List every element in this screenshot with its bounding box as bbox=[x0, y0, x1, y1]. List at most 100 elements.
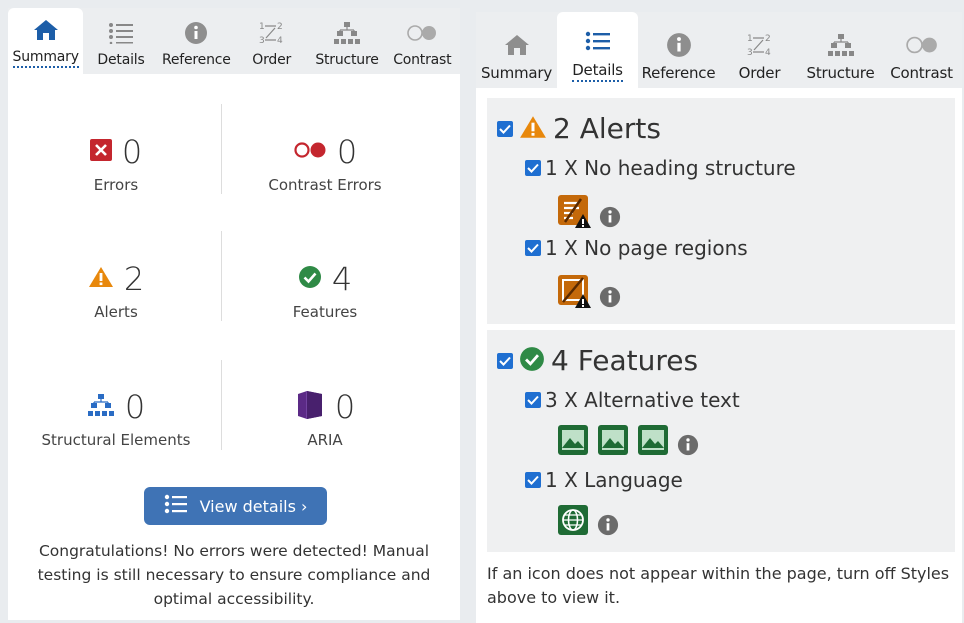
tab-order[interactable]: 1 2 3 4 Order bbox=[719, 12, 800, 88]
tab-label: Details bbox=[572, 61, 623, 82]
svg-text:3: 3 bbox=[747, 48, 753, 58]
structure-icon bbox=[87, 393, 115, 421]
no-regions-checkbox[interactable] bbox=[525, 240, 541, 256]
aria-label: ARIA bbox=[307, 431, 343, 449]
svg-text:1: 1 bbox=[747, 34, 753, 44]
errors-summary: 0 Errors bbox=[10, 132, 222, 194]
contrast-errors-summary: 0 Contrast Errors bbox=[222, 132, 428, 194]
list-icon bbox=[108, 18, 134, 48]
alerts-label: Alerts bbox=[94, 303, 138, 321]
tab-label: Structure bbox=[806, 64, 875, 82]
features-count: 4 bbox=[331, 260, 353, 298]
aria-summary: 0 ARIA bbox=[222, 387, 428, 449]
alerts-summary: 2 Alerts bbox=[10, 259, 222, 321]
feature-item: 1 X Language bbox=[525, 468, 683, 492]
svg-text:3: 3 bbox=[259, 36, 265, 46]
alert-item-icons bbox=[557, 194, 621, 232]
alert-item: 1 X No page regions bbox=[525, 236, 748, 260]
svg-text:4: 4 bbox=[277, 36, 283, 46]
errors-label: Errors bbox=[93, 176, 139, 194]
alternative-text-icon[interactable] bbox=[557, 424, 589, 460]
tab-structure[interactable]: Structure bbox=[309, 8, 384, 74]
tab-label: Summary bbox=[12, 49, 79, 68]
tab-label: Reference bbox=[641, 64, 716, 82]
feature-icon bbox=[298, 265, 322, 293]
no-heading-checkbox[interactable] bbox=[525, 160, 541, 176]
contrast-error-icon bbox=[293, 141, 327, 163]
features-checkbox[interactable] bbox=[497, 352, 513, 369]
tab-label: Structure bbox=[315, 52, 379, 68]
structure-icon bbox=[333, 18, 361, 48]
tab-label: Details bbox=[97, 52, 145, 68]
alerts-title: 2 Alerts bbox=[553, 112, 661, 145]
tab-summary[interactable]: Summary bbox=[476, 12, 557, 88]
contrast-errors-label: Contrast Errors bbox=[268, 176, 382, 194]
order-icon: 1 2 3 4 bbox=[746, 30, 774, 60]
aria-icon bbox=[295, 390, 325, 424]
tab-summary[interactable]: Summary bbox=[8, 8, 84, 74]
no-heading-structure-icon[interactable] bbox=[557, 194, 591, 232]
svg-text:2: 2 bbox=[277, 22, 283, 32]
contrast-icon bbox=[905, 30, 939, 60]
alert-item: 1 X No heading structure bbox=[525, 156, 796, 180]
tab-label: Reference bbox=[161, 52, 231, 68]
language-checkbox[interactable] bbox=[525, 472, 541, 488]
tab-order[interactable]: 1 2 3 4 Order bbox=[234, 8, 309, 74]
tab-label: Contrast bbox=[890, 64, 953, 82]
feature-item: 3 X Alternative text bbox=[525, 388, 740, 412]
svg-text:1: 1 bbox=[259, 22, 265, 32]
alert-icon bbox=[88, 266, 114, 292]
structural-count: 0 bbox=[124, 388, 146, 426]
structural-label: Structural Elements bbox=[41, 431, 191, 449]
structural-summary: 0 Structural Elements bbox=[10, 387, 222, 449]
svg-text:4: 4 bbox=[765, 48, 771, 58]
styles-note: If an icon does not appear within the pa… bbox=[487, 564, 950, 607]
feature-item-label: 1 X Language bbox=[545, 468, 683, 492]
alert-icon bbox=[519, 115, 547, 143]
alert-item-label: 1 X No page regions bbox=[545, 236, 748, 260]
feature-item-label: 3 X Alternative text bbox=[545, 388, 740, 412]
tab-structure[interactable]: Structure bbox=[800, 12, 881, 88]
contrast-errors-count: 0 bbox=[336, 133, 358, 171]
info-icon[interactable] bbox=[599, 206, 621, 232]
view-details-label: View details › bbox=[199, 496, 308, 516]
tab-label: Order bbox=[738, 64, 781, 82]
list-icon bbox=[585, 27, 611, 57]
contrast-icon bbox=[406, 18, 438, 48]
features-summary: 4 Features bbox=[222, 259, 428, 321]
feature-item-icons bbox=[557, 504, 619, 540]
home-icon bbox=[33, 15, 59, 45]
alternative-text-icon[interactable] bbox=[597, 424, 629, 460]
language-globe-icon[interactable] bbox=[557, 504, 589, 540]
alert-item-label: 1 X No heading structure bbox=[545, 156, 796, 180]
tab-bar: Summary Details Reference 1 2 3 4 Order Str… bbox=[8, 8, 460, 74]
tab-reference[interactable]: Reference bbox=[638, 12, 719, 88]
tab-label: Order bbox=[252, 52, 292, 68]
tab-bar: Summary Details Reference 1 2 3 4 Order Str… bbox=[476, 12, 962, 88]
info-icon[interactable] bbox=[677, 434, 699, 460]
tab-contrast[interactable]: Contrast bbox=[881, 12, 962, 88]
alt-text-checkbox[interactable] bbox=[525, 392, 541, 408]
features-label: Features bbox=[292, 303, 358, 321]
info-icon[interactable] bbox=[599, 286, 621, 312]
alerts-section: 2 Alerts 1 X No heading structure 1 X No… bbox=[487, 98, 955, 324]
alert-item-icons bbox=[557, 274, 621, 312]
features-title: 4 Features bbox=[551, 344, 699, 377]
alerts-checkbox[interactable] bbox=[497, 120, 513, 137]
info-icon bbox=[666, 30, 692, 60]
tab-reference[interactable]: Reference bbox=[159, 8, 234, 74]
tab-details[interactable]: Details bbox=[83, 8, 158, 74]
info-icon[interactable] bbox=[597, 514, 619, 540]
no-page-regions-icon[interactable] bbox=[557, 274, 591, 312]
order-icon: 1 2 3 4 bbox=[258, 18, 286, 48]
view-details-button[interactable]: View details › bbox=[144, 487, 327, 525]
tab-label: Summary bbox=[480, 64, 553, 82]
tab-contrast[interactable]: Contrast bbox=[385, 8, 460, 74]
alerts-count: 2 bbox=[123, 260, 145, 298]
congrats-message: Congratulations! No errors were detected… bbox=[37, 542, 431, 608]
alerts-header: 2 Alerts bbox=[497, 112, 661, 145]
home-icon bbox=[504, 30, 530, 60]
alternative-text-icon[interactable] bbox=[637, 424, 669, 460]
structure-icon bbox=[827, 30, 855, 60]
tab-details[interactable]: Details bbox=[557, 12, 638, 88]
